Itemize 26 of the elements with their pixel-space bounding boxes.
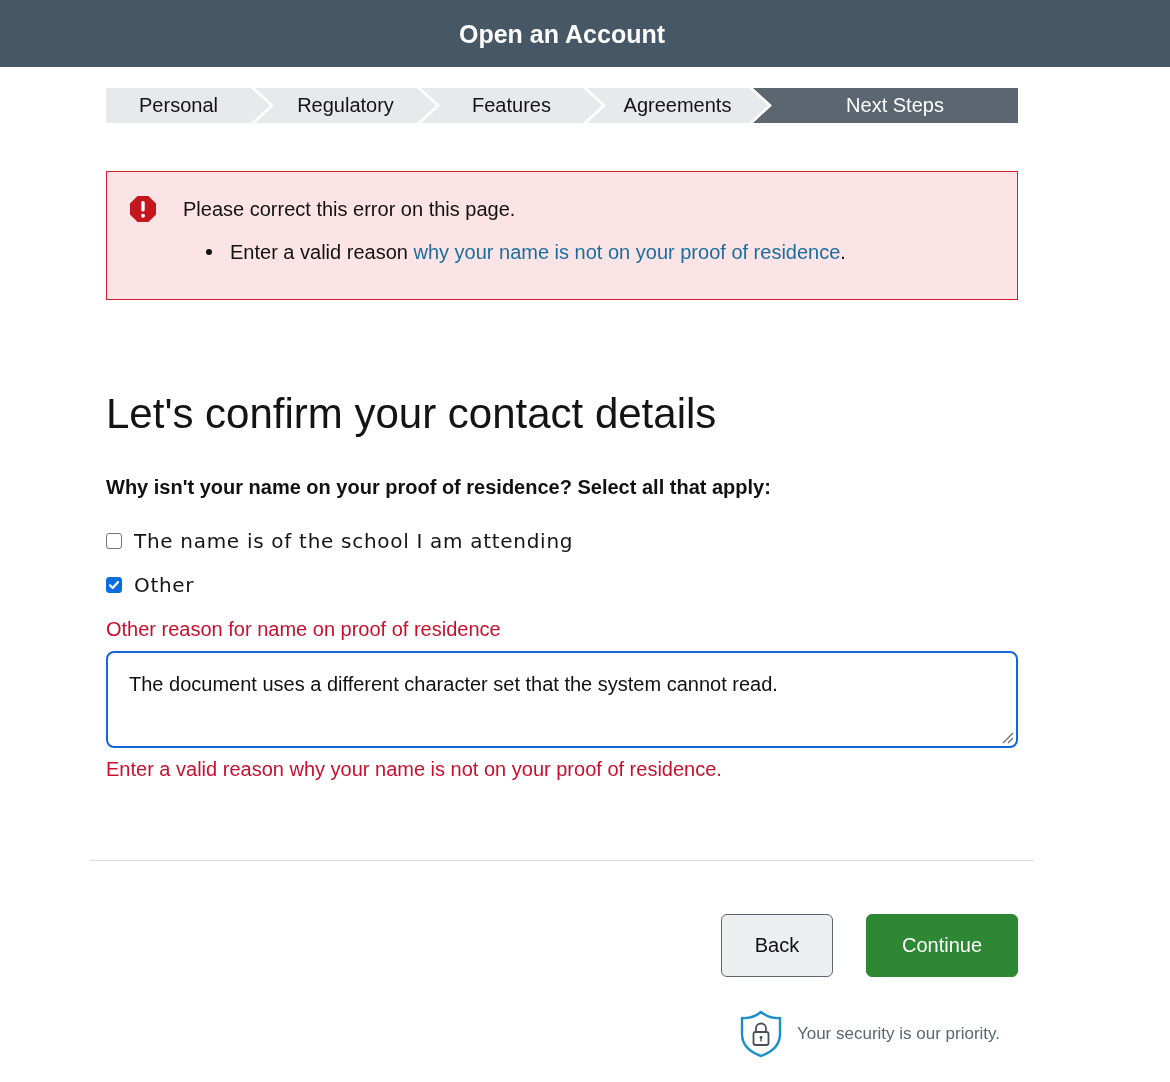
question-text: Why isn't your name on your proof of residence? Select all that apply: [106, 475, 772, 500]
checkbox-label[interactable]: Other [134, 571, 195, 599]
step-tab[interactable]: Regulatory [255, 88, 436, 123]
back-button[interactable]: Back [721, 914, 833, 977]
error-item-text: Enter a valid reason why your name is not on your proof of residence. [230, 240, 846, 265]
checkbox[interactable] [106, 577, 122, 593]
page-heading: Let's confirm your contact details [106, 389, 718, 439]
step-tab[interactable]: Personal [106, 88, 270, 123]
step-tab[interactable]: Features [421, 88, 602, 123]
shield-lock-icon [738, 1010, 783, 1058]
bullet-icon [206, 249, 212, 255]
error-icon [130, 196, 156, 222]
step-tab[interactable]: Next Steps [753, 88, 1018, 123]
field-error-text: Enter a valid reason why your name is not on your proof of residence. [106, 757, 723, 782]
error-summary-message: Please correct this error on this page. [183, 197, 516, 222]
continue-button[interactable]: Continue [866, 914, 1018, 977]
page-title: Open an Account [458, 18, 666, 49]
checkmark-icon [109, 581, 119, 589]
field-label: Other reason for name on proof of residence [106, 617, 502, 642]
step-tab[interactable]: Agreements [587, 88, 768, 123]
reason-textarea[interactable]: The document uses a different character set that the system cannot read. [106, 651, 1018, 748]
resize-handle-icon[interactable] [1002, 732, 1014, 744]
checkbox-label[interactable]: The name is of the school I am attending [134, 527, 574, 555]
error-link[interactable]: why your name is not on your proof of residence [413, 241, 841, 263]
checkbox[interactable] [106, 533, 122, 549]
security-note: Your security is our priority. [796, 1024, 1001, 1044]
